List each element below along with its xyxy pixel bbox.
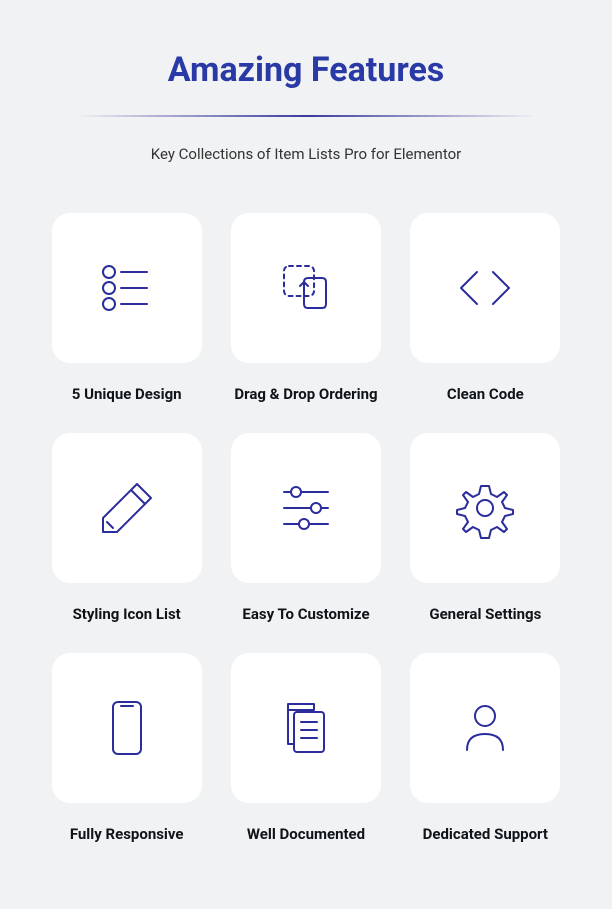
feature-label: Dedicated Support [423,825,548,843]
features-grid: 5 Unique Design Drag & Drop Ordering Cle… [41,213,571,843]
feature-label: Fully Responsive [70,825,184,843]
feature-settings: General Settings [400,433,571,623]
title-divider [76,115,536,117]
gear-icon [453,476,517,540]
feature-card [231,213,381,363]
feature-card [52,433,202,583]
user-icon [453,696,517,760]
feature-card [410,653,560,803]
feature-card [231,653,381,803]
feature-unique-design: 5 Unique Design [41,213,212,403]
feature-label: Well Documented [247,825,365,843]
feature-label: Styling Icon List [73,605,181,623]
features-section: Amazing Features Key Collections of Item… [40,50,572,843]
feature-label: General Settings [429,605,541,623]
feature-label: 5 Unique Design [72,385,182,403]
document-icon [274,696,338,760]
pencil-icon [95,476,159,540]
phone-icon [95,696,159,760]
feature-drag-drop: Drag & Drop Ordering [220,213,391,403]
page-title: Amazing Features [168,50,445,90]
feature-support: Dedicated Support [400,653,571,843]
feature-documented: Well Documented [220,653,391,843]
feature-styling-icon: Styling Icon List [41,433,212,623]
list-icon [95,256,159,320]
sliders-icon [274,476,338,540]
code-icon [453,256,517,320]
feature-card [410,213,560,363]
feature-card [52,213,202,363]
drag-drop-icon [274,256,338,320]
feature-customize: Easy To Customize [220,433,391,623]
feature-label: Clean Code [447,385,524,403]
feature-card [231,433,381,583]
page-subtitle: Key Collections of Item Lists Pro for El… [151,145,461,163]
feature-label: Drag & Drop Ordering [234,385,377,403]
feature-label: Easy To Customize [242,605,369,623]
feature-responsive: Fully Responsive [41,653,212,843]
feature-card [52,653,202,803]
feature-clean-code: Clean Code [400,213,571,403]
feature-card [410,433,560,583]
